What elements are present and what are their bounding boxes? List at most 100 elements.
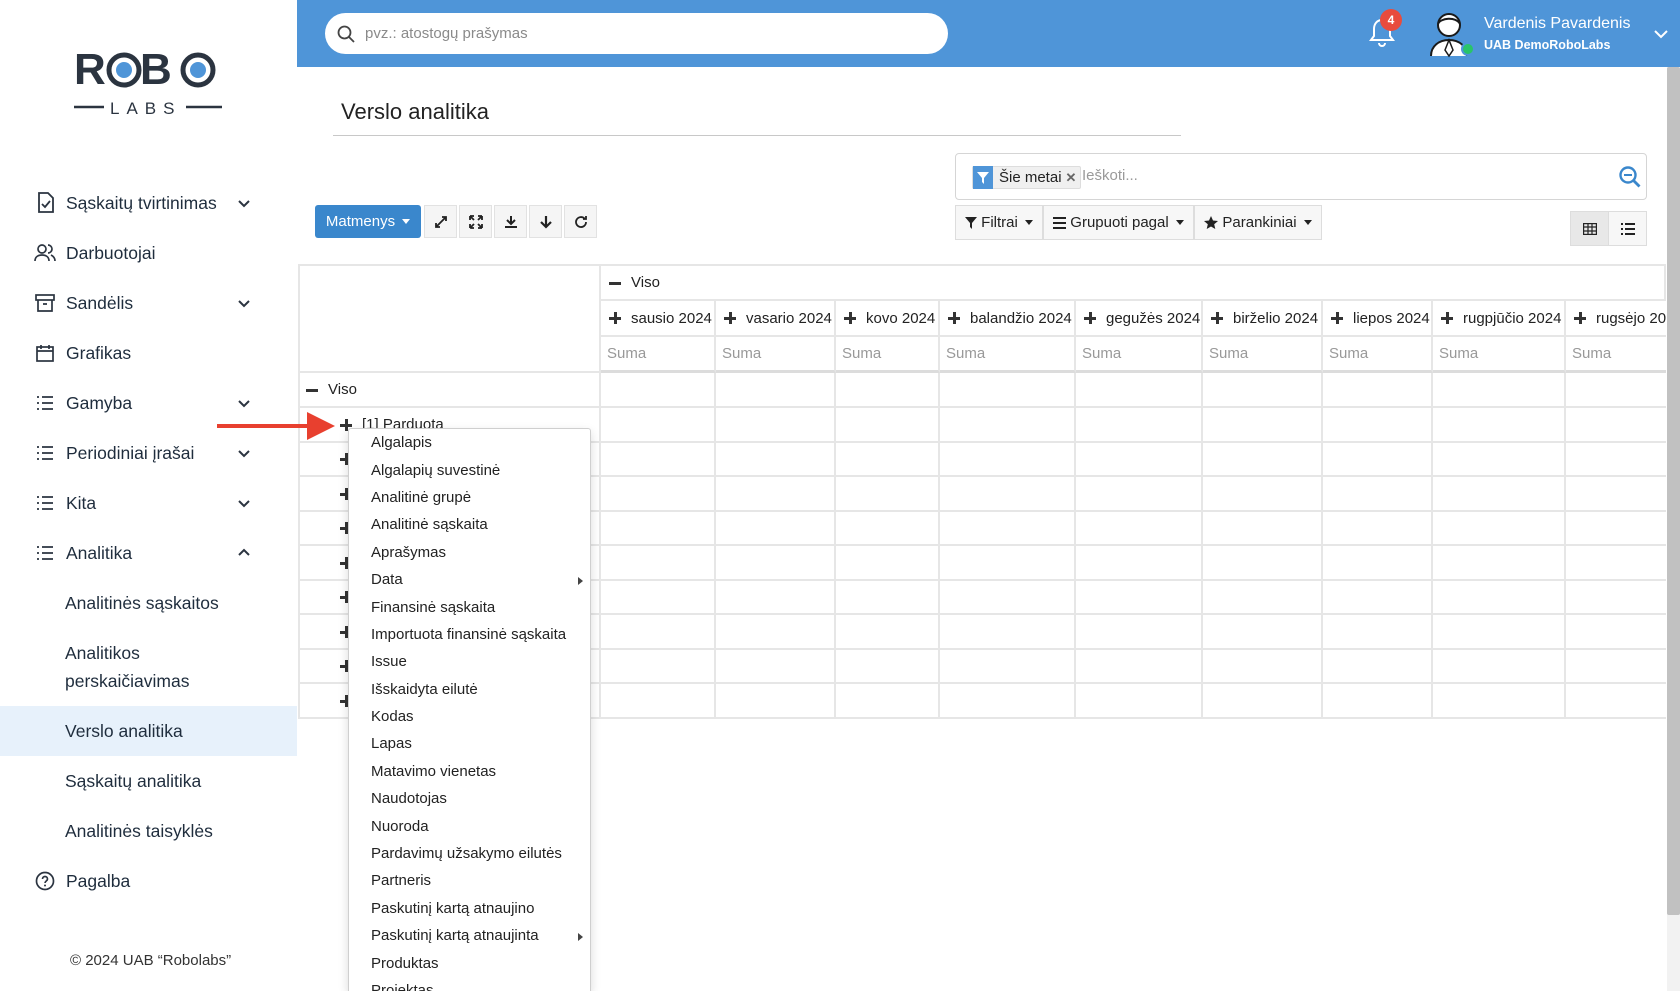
value-cell[interactable] <box>940 408 1076 443</box>
pivot-view-button[interactable] <box>1570 211 1609 246</box>
value-cell[interactable] <box>940 477 1076 512</box>
value-cell[interactable] <box>940 373 1076 408</box>
value-cell[interactable] <box>716 373 836 408</box>
menu-item[interactable]: Nuoroda <box>349 812 590 839</box>
sidebar-subitem-analytics-recalculation[interactable]: Analitikos perskaičiavimas <box>0 628 297 706</box>
value-cell[interactable] <box>836 684 940 719</box>
value-cell[interactable] <box>940 443 1076 477</box>
sidebar-item-schedule[interactable]: Grafikas <box>0 328 297 378</box>
value-cell[interactable] <box>1203 684 1323 719</box>
value-cell[interactable] <box>836 512 940 546</box>
measure-header[interactable]: Suma <box>716 337 836 373</box>
value-cell[interactable] <box>1566 443 1666 477</box>
col-header-month[interactable]: sausio 2024 <box>601 301 716 337</box>
sidebar-item-warehouse[interactable]: Sandėlis <box>0 278 297 328</box>
value-cell[interactable] <box>836 581 940 615</box>
refresh-icon[interactable] <box>564 205 597 238</box>
value-cell[interactable] <box>601 546 716 581</box>
chevron-down-icon[interactable] <box>236 395 252 411</box>
col-header-total[interactable]: Viso <box>601 264 1666 301</box>
value-cell[interactable] <box>1323 443 1433 477</box>
col-header-month[interactable]: rugsėjo 2024 <box>1566 301 1666 337</box>
menu-item[interactable]: Issue <box>349 648 590 675</box>
sidebar-subitem-analytic-rules[interactable]: Analitinės taisyklės <box>0 806 297 856</box>
value-cell[interactable] <box>1203 650 1323 684</box>
menu-item[interactable]: Projektas <box>349 977 590 991</box>
value-cell[interactable] <box>1323 512 1433 546</box>
search-icon[interactable] <box>1618 165 1642 189</box>
value-cell[interactable] <box>836 373 940 408</box>
group-by-button[interactable]: Grupuoti pagal <box>1043 205 1194 240</box>
value-cell[interactable] <box>1433 408 1566 443</box>
download-icon[interactable] <box>494 205 527 238</box>
menu-item[interactable]: Lapas <box>349 730 590 757</box>
value-cell[interactable] <box>1203 615 1323 650</box>
value-cell[interactable] <box>716 443 836 477</box>
value-cell[interactable] <box>1433 373 1566 408</box>
value-cell[interactable] <box>1566 650 1666 684</box>
remove-facet-icon[interactable]: ✕ <box>1066 170 1081 186</box>
col-header-month[interactable]: rugpjūčio 2024 <box>1433 301 1566 337</box>
chevron-down-icon[interactable] <box>236 295 252 311</box>
measures-button[interactable]: Matmenys <box>315 205 421 238</box>
col-header-month[interactable]: liepos 2024 <box>1323 301 1433 337</box>
value-cell[interactable] <box>836 650 940 684</box>
col-header-month[interactable]: balandžio 2024 <box>940 301 1076 337</box>
menu-item[interactable]: Algalapis <box>349 429 590 456</box>
value-cell[interactable] <box>716 512 836 546</box>
menu-item[interactable]: Analitinė sąskaita <box>349 511 590 538</box>
menu-item[interactable]: Produktas <box>349 949 590 976</box>
value-cell[interactable] <box>1076 650 1203 684</box>
menu-item[interactable]: Partneris <box>349 867 590 894</box>
value-cell[interactable] <box>716 650 836 684</box>
value-cell[interactable] <box>716 546 836 581</box>
col-header-month[interactable]: gegužės 2024 <box>1076 301 1203 337</box>
col-header-month[interactable]: birželio 2024 <box>1203 301 1323 337</box>
col-header-month[interactable]: vasario 2024 <box>716 301 836 337</box>
value-cell[interactable] <box>716 477 836 512</box>
value-cell[interactable] <box>1323 581 1433 615</box>
menu-item[interactable]: Pardavimų užsakymo eilutės <box>349 840 590 867</box>
arrow-down-icon[interactable] <box>529 205 562 238</box>
value-cell[interactable] <box>716 408 836 443</box>
value-cell[interactable] <box>1076 477 1203 512</box>
row-header-total[interactable]: Viso <box>298 373 601 408</box>
value-cell[interactable] <box>940 512 1076 546</box>
value-cell[interactable] <box>601 615 716 650</box>
user-name[interactable]: Vardenis Pavardenis <box>1484 15 1630 33</box>
value-cell[interactable] <box>601 373 716 408</box>
value-cell[interactable] <box>1323 408 1433 443</box>
menu-item[interactable]: Paskutinį kartą atnaujino <box>349 895 590 922</box>
value-cell[interactable] <box>836 408 940 443</box>
value-cell[interactable] <box>1323 373 1433 408</box>
value-cell[interactable] <box>940 546 1076 581</box>
menu-item[interactable]: Algalapių suvestinė <box>349 456 590 483</box>
value-cell[interactable] <box>1433 512 1566 546</box>
value-cell[interactable] <box>1566 581 1666 615</box>
value-cell[interactable] <box>1203 443 1323 477</box>
filters-button[interactable]: Filtrai <box>955 205 1043 240</box>
value-cell[interactable] <box>601 477 716 512</box>
chevron-down-icon[interactable] <box>236 195 252 211</box>
value-cell[interactable] <box>1433 477 1566 512</box>
value-cell[interactable] <box>1433 443 1566 477</box>
chevron-down-icon[interactable] <box>1653 27 1669 41</box>
menu-item[interactable]: Finansinė sąskaita <box>349 593 590 620</box>
sidebar-subitem-business-analytics[interactable]: Verslo analitika <box>0 706 297 756</box>
value-cell[interactable] <box>601 581 716 615</box>
value-cell[interactable] <box>1076 581 1203 615</box>
menu-item-submenu[interactable]: Paskutinį kartą atnaujinta <box>349 922 590 949</box>
value-cell[interactable] <box>1433 581 1566 615</box>
value-cell[interactable] <box>1076 408 1203 443</box>
sidebar-item-invoice-approval[interactable]: Sąskaitų tvirtinimas <box>0 178 297 228</box>
value-cell[interactable] <box>1566 373 1666 408</box>
value-cell[interactable] <box>601 684 716 719</box>
sidebar-item-help[interactable]: Pagalba <box>0 856 297 906</box>
sidebar-item-analytics[interactable]: Analitika <box>0 528 297 578</box>
value-cell[interactable] <box>836 546 940 581</box>
value-cell[interactable] <box>1433 615 1566 650</box>
value-cell[interactable] <box>1203 546 1323 581</box>
measure-header[interactable]: Suma <box>1323 337 1433 373</box>
menu-item-submenu[interactable]: Data <box>349 566 590 593</box>
value-cell[interactable] <box>940 650 1076 684</box>
